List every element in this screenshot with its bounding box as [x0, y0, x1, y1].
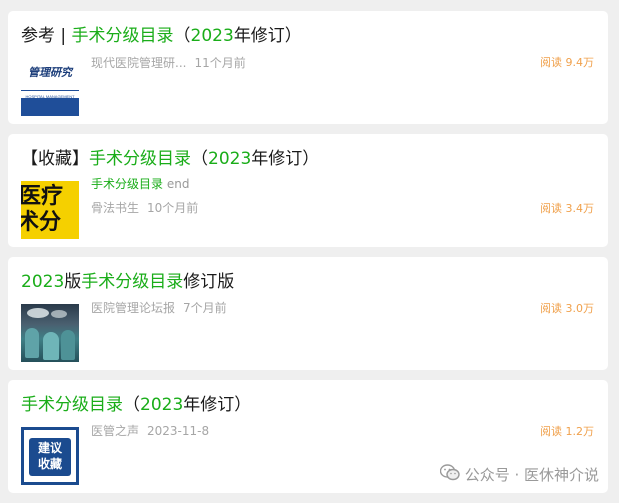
- title-bracket: （: [191, 149, 208, 169]
- title-bracket: （: [173, 26, 191, 46]
- article-thumbnail[interactable]: 医疗 术分: [21, 181, 79, 239]
- article-thumbnail[interactable]: [21, 304, 79, 362]
- article-time: 7个月前: [183, 301, 227, 315]
- title-year: 2023: [140, 395, 184, 415]
- account-watermark: 公众号 · 医休神介说: [439, 464, 599, 485]
- title-keyword: 手术分级目录: [21, 395, 123, 415]
- title-keyword: 手术分级目录: [89, 149, 191, 169]
- article-source[interactable]: 骨法书生: [91, 201, 139, 215]
- article-meta: 骨法书生 10个月前: [91, 200, 198, 216]
- title-prefix: 参考 |: [21, 26, 72, 46]
- surgeon-figure: [61, 330, 75, 360]
- surgical-light: [51, 310, 67, 318]
- title-year: 2023: [208, 149, 252, 169]
- article-title[interactable]: 参考 | 手术分级目录（2023年修订）: [21, 25, 598, 47]
- thumbnail-divider: [21, 90, 79, 91]
- article-meta: 医管之声 2023-11-8: [91, 423, 209, 439]
- article-source[interactable]: 现代医院管理研...: [91, 56, 186, 70]
- read-count: 阅读 1.2万: [540, 425, 594, 438]
- surgeon-figure: [25, 328, 39, 358]
- article-title[interactable]: 2023版手术分级目录修订版: [21, 271, 598, 293]
- thumbnail-logo-text: 管理研究: [28, 66, 72, 79]
- title-year: 2023: [190, 26, 234, 46]
- article-meta: 现代医院管理研... 11个月前: [91, 55, 246, 71]
- thumbnail-text-bottom: 收藏: [37, 457, 62, 471]
- article-meta: 医院管理论坛报 7个月前: [91, 300, 227, 316]
- thumbnail-text-bottom: 术分: [21, 210, 62, 235]
- article-time: 2023-11-8: [147, 424, 210, 438]
- article-thumbnail[interactable]: 建议 收藏: [21, 427, 79, 485]
- article-snippet: 手术分级目录 end: [91, 176, 189, 192]
- thumbnail-subtitle: HOSPITAL MANAGEMENT: [25, 94, 75, 99]
- article-card-2[interactable]: 【收藏】手术分级目录（2023年修订） 医疗 术分 手术分级目录 end 骨法书…: [8, 134, 608, 247]
- title-suffix: 年修订）: [251, 149, 320, 169]
- title-keyword: 手术分级目录: [81, 272, 184, 292]
- read-count: 阅读 3.4万: [540, 202, 594, 215]
- article-title[interactable]: 手术分级目录（2023年修订）: [21, 394, 598, 416]
- title-keyword: 手术分级目录: [71, 26, 174, 46]
- article-card-1[interactable]: 参考 | 手术分级目录（2023年修订） 管理研究 HOSPITAL MANAG…: [8, 11, 608, 124]
- title-suffix: 修订版: [183, 272, 235, 292]
- article-card-3[interactable]: 2023版手术分级目录修订版 医院管理论坛报 7个月前 阅读 3.0万: [8, 257, 608, 370]
- title-year: 2023: [21, 272, 65, 292]
- article-title[interactable]: 【收藏】手术分级目录（2023年修订）: [21, 148, 598, 170]
- surgeon-figure: [43, 332, 59, 360]
- read-count: 阅读 9.4万: [540, 56, 594, 69]
- watermark-text: 公众号 · 医休神介说: [464, 466, 599, 484]
- thumbnail-badge: 建议 收藏: [29, 438, 71, 476]
- title-suffix: 年修订）: [183, 395, 252, 415]
- article-time: 11个月前: [194, 56, 246, 70]
- thumbnail-band: HOSPITAL MANAGEMENT: [21, 94, 79, 116]
- title-bracket: （: [123, 395, 140, 415]
- title-prefix: 版: [64, 272, 82, 292]
- surgical-light: [27, 308, 49, 318]
- snippet-keyword: 手术分级目录: [91, 177, 164, 191]
- article-thumbnail[interactable]: 管理研究 HOSPITAL MANAGEMENT: [21, 58, 79, 116]
- article-source[interactable]: 医管之声: [91, 424, 139, 438]
- wechat-icon: [439, 464, 460, 485]
- snippet-text: end: [163, 177, 190, 191]
- thumbnail-text-top: 医疗: [21, 184, 64, 209]
- thumbnail-text-top: 建议: [37, 441, 62, 455]
- article-time: 10个月前: [147, 201, 199, 215]
- title-suffix: 年修订）: [233, 26, 302, 46]
- read-count: 阅读 3.0万: [540, 302, 594, 315]
- article-source[interactable]: 医院管理论坛报: [91, 301, 175, 315]
- title-prefix: 【收藏】: [21, 149, 89, 169]
